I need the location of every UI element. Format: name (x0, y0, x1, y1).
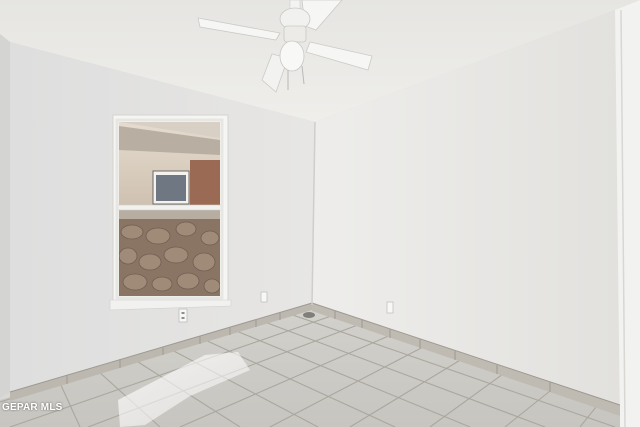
room-illustration (0, 0, 640, 427)
electrical-outlet-icon (178, 308, 188, 323)
mls-watermark: GEPAR MLS (2, 402, 63, 413)
electrical-outlet-icon (386, 301, 394, 314)
window-icon (109, 114, 232, 311)
empty-room-photo: GEPAR MLS (0, 0, 640, 427)
electrical-outlet-icon (260, 291, 268, 303)
left-corner-wall (0, 34, 10, 398)
